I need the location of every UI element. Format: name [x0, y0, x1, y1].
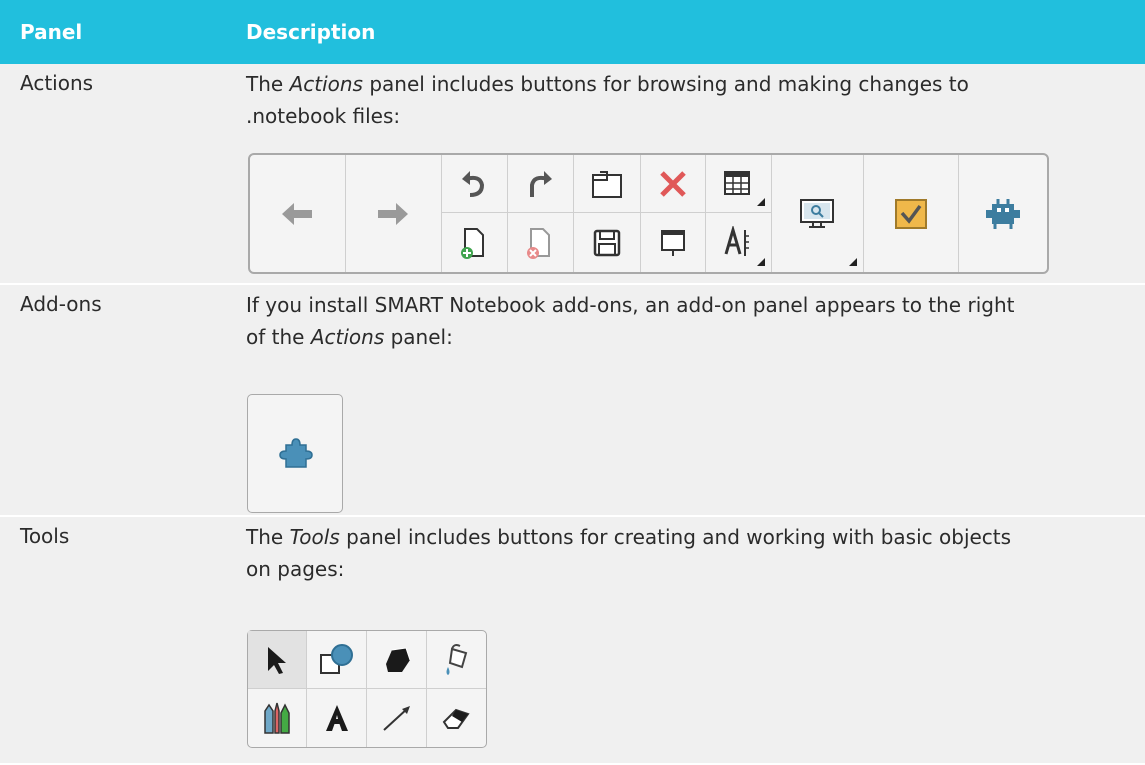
addon-button[interactable] — [276, 437, 314, 471]
desc-text: If you install SMART Notebook add-ons, a… — [246, 293, 1015, 317]
text-icon — [325, 705, 348, 731]
text-button[interactable] — [307, 689, 367, 747]
screen-shade-icon — [660, 229, 685, 256]
fill-button[interactable] — [427, 631, 486, 689]
shapes-button[interactable] — [307, 631, 367, 689]
pens-button[interactable] — [248, 689, 307, 747]
fill-icon — [446, 643, 467, 675]
smart-lab-icon — [986, 198, 1021, 229]
header-description: Description — [246, 20, 376, 44]
desc-text: of the — [246, 325, 311, 349]
pens-icon — [264, 702, 290, 734]
actions-toolbar — [248, 153, 1049, 274]
delete-page-button[interactable] — [508, 213, 574, 272]
back-button[interactable] — [250, 155, 346, 272]
desc-text: panel: — [384, 325, 453, 349]
save-button[interactable] — [574, 213, 641, 272]
paste-icon — [591, 170, 622, 198]
panel-name: Tools — [20, 524, 70, 548]
screen-capture-icon — [800, 198, 835, 228]
tools-panel — [247, 630, 487, 748]
desc-text: The — [246, 72, 290, 96]
panel-name: Actions — [20, 71, 94, 95]
lines-button[interactable] — [367, 689, 427, 747]
panel-description: If you install SMART Notebook add-ons, a… — [246, 285, 1145, 515]
screen-shade-button[interactable] — [641, 213, 706, 272]
dropdown-indicator — [756, 198, 765, 206]
select-button[interactable] — [248, 631, 307, 689]
desc-text: panel includes buttons for browsing and … — [362, 72, 969, 96]
smart-lab-button[interactable] — [959, 155, 1047, 272]
delete-page-icon — [527, 227, 551, 259]
shapes-icon — [319, 643, 353, 674]
save-icon — [593, 229, 620, 256]
response-icon — [895, 198, 928, 229]
screen-capture-button[interactable] — [772, 155, 865, 272]
add-page-button[interactable] — [442, 213, 508, 272]
desc-text: The — [246, 525, 290, 549]
table-row-addons: Add-ons If you install SMART Notebook ad… — [0, 285, 1145, 517]
paste-button[interactable] — [573, 155, 641, 213]
table-row-tools: Tools The Tools panel includes buttons f… — [0, 517, 1145, 763]
properties-button[interactable] — [706, 213, 772, 272]
eraser-icon — [442, 708, 470, 729]
back-arrow-icon — [282, 202, 313, 225]
dropdown-indicator — [849, 258, 858, 266]
panel-name: Add-ons — [20, 292, 102, 316]
lines-icon — [382, 706, 410, 731]
forward-arrow-icon — [378, 202, 409, 225]
desc-emphasis: Actions — [289, 72, 363, 96]
table-button[interactable] — [705, 155, 772, 213]
properties-icon — [724, 225, 750, 256]
redo-button[interactable] — [507, 155, 574, 213]
eraser-button[interactable] — [427, 689, 486, 747]
delete-icon — [659, 170, 686, 197]
redo-icon — [530, 170, 553, 197]
table-header: Panel Description — [0, 0, 1145, 64]
desc-emphasis: Actions — [310, 325, 385, 349]
addons-panel — [247, 394, 343, 513]
desc-text: .notebook files: — [246, 104, 401, 128]
undo-icon — [462, 170, 485, 197]
desc-emphasis: Tools — [289, 525, 340, 549]
header-panel: Panel — [20, 20, 83, 44]
desc-text: on pages: — [246, 557, 345, 581]
select-icon — [268, 646, 286, 674]
regular-polygon-icon — [385, 646, 410, 672]
regular-polygon-button[interactable] — [367, 631, 427, 689]
puzzle-icon — [279, 437, 313, 468]
delete-button[interactable] — [640, 155, 706, 213]
desc-text: panel includes buttons for creating and … — [339, 525, 1012, 549]
table-icon — [724, 170, 751, 195]
response-button[interactable] — [864, 155, 960, 272]
panels-table: Panel Description Actions The Actions pa… — [0, 0, 1145, 763]
actions-button-grid — [441, 155, 772, 272]
undo-button[interactable] — [441, 155, 508, 213]
dropdown-indicator — [756, 258, 765, 266]
add-page-icon — [461, 227, 485, 259]
forward-button[interactable] — [346, 155, 442, 272]
